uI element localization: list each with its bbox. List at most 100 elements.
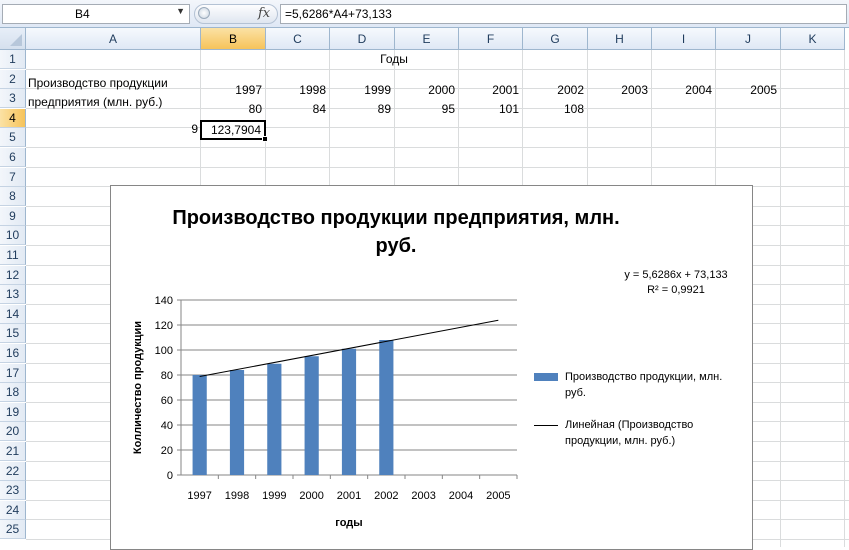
cell-year[interactable]: 2004	[652, 83, 712, 97]
legend-item-trendline[interactable]: Линейная (Производство продукции, млн. р…	[531, 417, 741, 449]
row-header-20[interactable]: 20	[0, 422, 26, 442]
row-header-11[interactable]: 11	[0, 246, 26, 265]
y-tick-label: 80	[161, 370, 173, 382]
row-header-3[interactable]: 3	[0, 89, 26, 109]
x-tick-label: 1998	[225, 490, 249, 502]
chevron-down-icon[interactable]: ▼	[176, 6, 185, 16]
column-header-e[interactable]: E	[395, 28, 459, 50]
row-header-10[interactable]: 10	[0, 226, 26, 246]
name-box[interactable]: B4 ▼	[2, 4, 190, 24]
select-all-button[interactable]	[0, 28, 26, 50]
column-gridline	[844, 50, 845, 547]
bar-1999	[267, 363, 282, 475]
active-cell-b4[interactable]: 123,7904	[200, 120, 266, 140]
formula-bar: B4 ▼ fx =5,6286*A4+73,133	[0, 0, 849, 28]
column-header-i[interactable]: I	[652, 28, 716, 50]
trendline-equation-label[interactable]: y = 5,6286x + 73,133 R² = 0,9921	[611, 268, 741, 298]
x-tick-label: 1999	[262, 490, 286, 502]
column-header-g[interactable]: G	[523, 28, 588, 50]
function-controls: fx	[194, 4, 278, 24]
x-axis-title: годы	[335, 517, 362, 529]
x-tick-label: 2002	[374, 490, 398, 502]
row-header-21[interactable]: 21	[0, 442, 26, 461]
y-tick-label: 60	[161, 395, 173, 407]
column-header-f[interactable]: F	[459, 28, 523, 50]
row-header-25[interactable]: 25	[0, 520, 26, 540]
y-tick-label: 20	[161, 445, 173, 457]
row-header-17[interactable]: 17	[0, 363, 26, 383]
cell-value[interactable]: 84	[266, 102, 326, 116]
cell-value[interactable]: 95	[395, 102, 455, 116]
chart-legend[interactable]: Производство продукции, млн. руб. Линейн…	[531, 369, 741, 465]
row-header-13[interactable]: 13	[0, 285, 26, 305]
column-header-d[interactable]: D	[330, 28, 395, 50]
row-header-18[interactable]: 18	[0, 383, 26, 403]
row-header-6[interactable]: 6	[0, 148, 26, 167]
cell-value[interactable]: 80	[201, 102, 262, 116]
cell-year[interactable]: 2003	[588, 83, 648, 97]
cell-year[interactable]: 1997	[201, 83, 262, 97]
row-header-7[interactable]: 7	[0, 167, 26, 187]
cell-a2-label[interactable]: Производство продукции	[28, 76, 168, 90]
row-header-22[interactable]: 22	[0, 461, 26, 481]
formula-input[interactable]: =5,6286*A4+73,133	[280, 4, 847, 24]
cell-value[interactable]: 89	[330, 102, 391, 116]
column-header-c[interactable]: C	[266, 28, 330, 50]
x-tick-label: 1997	[187, 490, 211, 502]
cell-year[interactable]: 2000	[395, 83, 455, 97]
row-header-2[interactable]: 2	[0, 69, 26, 89]
column-header-j[interactable]: J	[716, 28, 781, 50]
row-header-16[interactable]: 16	[0, 344, 26, 363]
trendline-r2: R² = 0,9921	[647, 284, 705, 296]
chart-title-line2: руб.	[375, 235, 417, 257]
legend-line-swatch	[534, 425, 558, 426]
insert-function-icon[interactable]: fx	[258, 6, 270, 21]
row-header-12[interactable]: 12	[0, 265, 26, 285]
legend-trend-label-line2: продукции, млн. руб.)	[565, 435, 676, 447]
row-header-4[interactable]: 4	[0, 108, 26, 128]
cell-a4[interactable]: 9	[140, 122, 198, 136]
name-box-value: B4	[75, 7, 90, 21]
x-tick-label: 2001	[337, 490, 361, 502]
expand-handle-icon[interactable]	[198, 7, 210, 19]
row-header-19[interactable]: 19	[0, 402, 26, 422]
row-gridline	[26, 147, 849, 148]
column-header-a[interactable]: A	[26, 28, 201, 50]
cell-year[interactable]: 2005	[716, 83, 777, 97]
cell-year[interactable]: 1999	[330, 83, 391, 97]
x-tick-label: 2000	[299, 490, 323, 502]
cell-value[interactable]: 101	[459, 102, 519, 116]
row-header-23[interactable]: 23	[0, 481, 26, 501]
column-header-b[interactable]: B	[201, 28, 266, 50]
cell-year[interactable]: 1998	[266, 83, 326, 97]
legend-series-label-line2: руб.	[565, 387, 586, 399]
y-tick-label: 100	[155, 345, 173, 357]
legend-trend-label-line1: Линейная (Производство	[565, 419, 694, 431]
cell-year[interactable]: 2002	[523, 83, 584, 97]
y-tick-label: 40	[161, 420, 173, 432]
row-header-5[interactable]: 5	[0, 128, 26, 148]
worksheet-grid[interactable]: ABCDEFGHIJK 1 2 3 4 5 6 7 8 9 10 11 12 13 14 15 16 17 18 1…	[0, 28, 849, 550]
cell-a3-label[interactable]: предприятия (млн. руб.)	[28, 95, 162, 109]
chart[interactable]: 0 20 40 60 80 100 120 140 1997 1998 1999 2000 2001 20…	[110, 185, 753, 550]
cell-b1-years-header[interactable]: Годы	[200, 52, 588, 66]
legend-item-series[interactable]: Производство продукции, млн. руб.	[531, 369, 741, 401]
y-tick-label: 0	[167, 470, 173, 482]
y-axis-title: Колличество продукции	[132, 321, 144, 454]
cell-value[interactable]: 108	[523, 102, 584, 116]
y-tick-label: 140	[155, 295, 173, 307]
chart-title[interactable]: Производство продукции предприятия, млн.…	[171, 204, 621, 260]
row-header-24[interactable]: 24	[0, 500, 26, 520]
column-header-h[interactable]: H	[588, 28, 652, 50]
column-header-k[interactable]: K	[781, 28, 845, 50]
row-gridline	[26, 68, 849, 70]
row-header-15[interactable]: 15	[0, 324, 26, 344]
row-header-9[interactable]: 9	[0, 206, 26, 226]
legend-series-label-line1: Производство продукции, млн.	[565, 371, 723, 383]
fill-handle[interactable]	[262, 136, 268, 142]
row-header-8[interactable]: 8	[0, 187, 26, 207]
row-header-1[interactable]: 1	[0, 50, 26, 69]
x-tick-label: 2004	[449, 490, 473, 502]
cell-year[interactable]: 2001	[459, 83, 519, 97]
row-header-14[interactable]: 14	[0, 304, 26, 324]
